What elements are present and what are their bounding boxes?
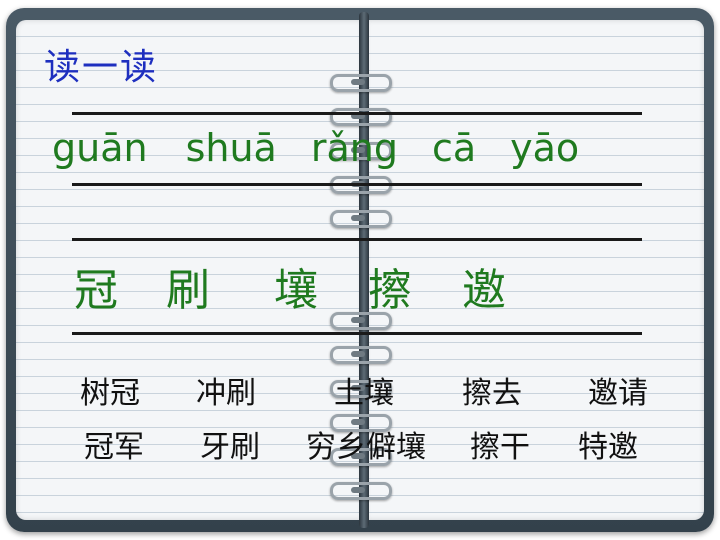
- vocab-word: 牙刷: [200, 430, 260, 465]
- character-item: 壤: [274, 265, 318, 316]
- spiral-ring-icon: [330, 210, 392, 228]
- vocab-word: 土壤: [334, 376, 394, 411]
- spiral-ring-icon: [330, 482, 392, 500]
- spiral-ring-icon: [330, 346, 392, 364]
- writing-line: [72, 112, 642, 115]
- pinyin-syllable: cā: [431, 126, 477, 170]
- vocab-word: 树冠: [80, 376, 140, 411]
- spiral-ring-icon: [330, 108, 392, 126]
- vocab-word: 冠军: [84, 430, 144, 465]
- pinyin-syllable: yāo: [510, 126, 580, 170]
- vocab-word: 穷乡僻壤: [306, 430, 426, 465]
- vocab-word: 冲刷: [196, 376, 256, 411]
- writing-line: [72, 238, 642, 241]
- character-item: 擦: [368, 265, 412, 316]
- vocab-word: 擦干: [470, 430, 530, 465]
- character-item: 邀: [462, 265, 506, 316]
- writing-line: [72, 183, 642, 186]
- character-item: 冠: [74, 265, 118, 316]
- pinyin-row: guān shuā rǎng cā yāo: [52, 126, 579, 170]
- page-title: 读一读: [44, 47, 159, 88]
- vocab-word: 特邀: [578, 430, 638, 465]
- writing-line: [72, 332, 642, 335]
- pinyin-syllable: shuā: [185, 126, 277, 170]
- spiral-ring-icon: [330, 74, 392, 92]
- vocab-word: 擦去: [462, 376, 522, 411]
- vocab-word: 邀请: [588, 376, 648, 411]
- pinyin-syllable: rǎng: [310, 126, 398, 170]
- pinyin-syllable: guān: [52, 126, 148, 170]
- character-item: 刷: [166, 265, 210, 316]
